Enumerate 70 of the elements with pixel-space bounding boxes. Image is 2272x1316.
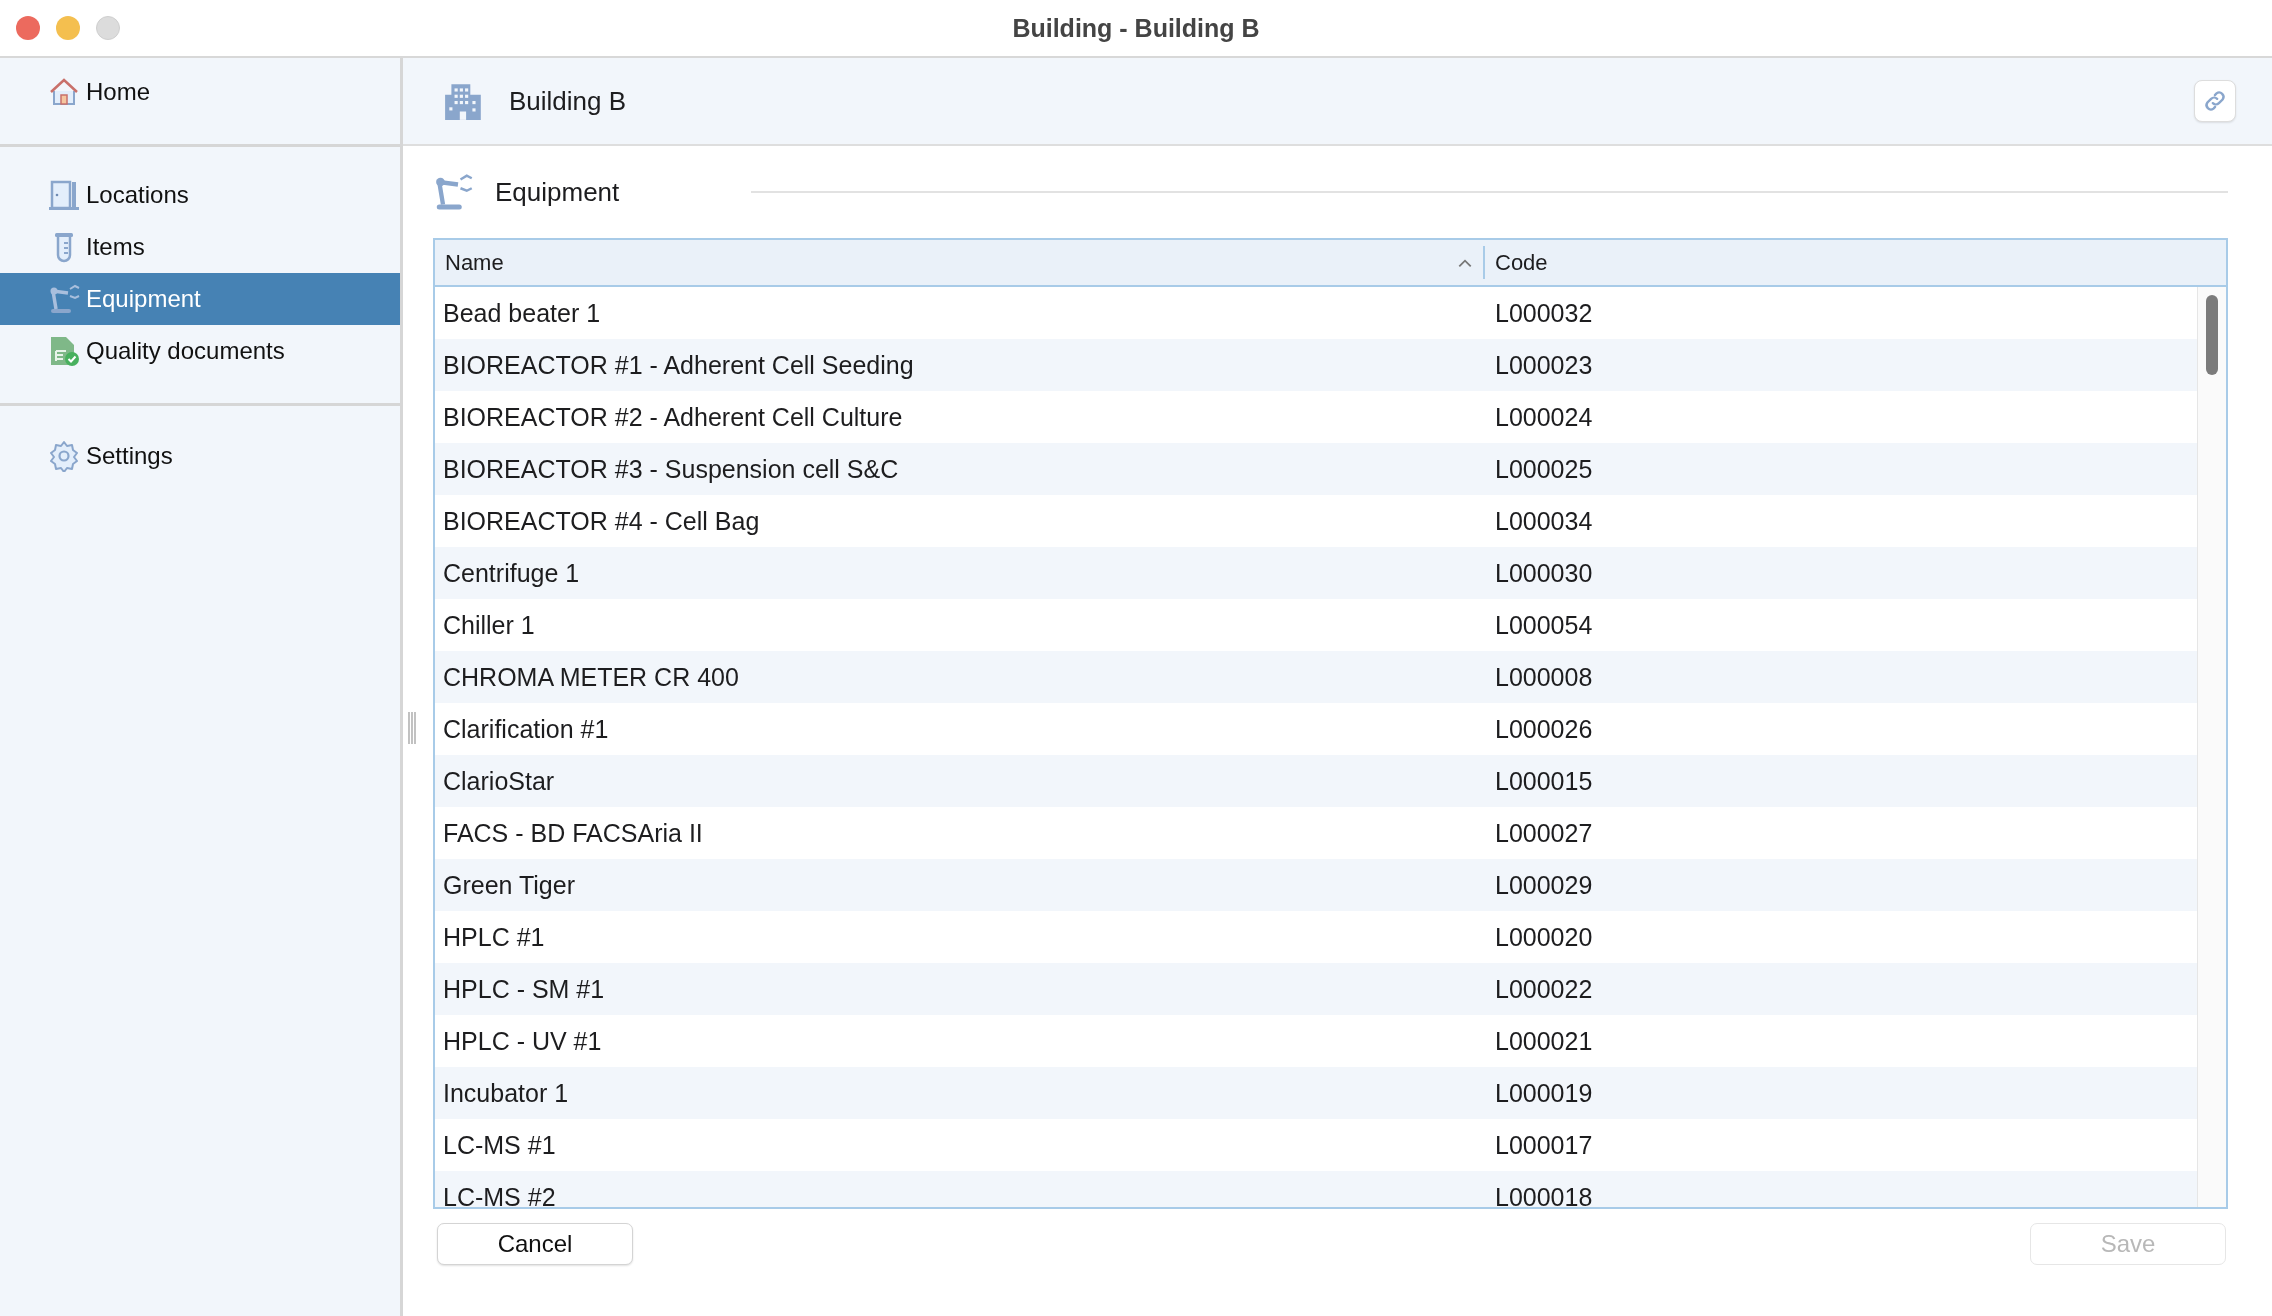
table-cell-text: L000032 xyxy=(1494,298,1594,328)
page-title: Building B xyxy=(509,85,628,117)
close-button[interactable] xyxy=(16,16,40,40)
column-header[interactable]: Code xyxy=(1485,240,2226,285)
settings-icon xyxy=(48,440,80,472)
robot-arm-icon xyxy=(48,283,80,315)
table-cell-text: Centrifuge 1 xyxy=(442,558,581,588)
table-row[interactable]: BIOREACTOR #1 - Adherent Cell Seeding L000023 xyxy=(435,339,2197,391)
house-icon xyxy=(48,76,80,108)
document-check-icon xyxy=(48,335,80,367)
table-cell-text: CHROMA METER CR 400 xyxy=(442,662,740,692)
sidebar-item[interactable]: Home xyxy=(0,66,400,118)
sidebar-item[interactable]: Quality documents xyxy=(0,325,400,377)
table-row[interactable]: Green Tiger L000029 xyxy=(435,859,2197,911)
table-cell-text: L000029 xyxy=(1494,870,1594,900)
table-cell-text: HPLC - SM #1 xyxy=(442,974,606,1004)
scrollbar-thumb[interactable] xyxy=(2206,295,2218,375)
table-cell-text: L000019 xyxy=(1494,1078,1594,1108)
table-cell-text: Clarification #1 xyxy=(442,714,610,744)
table-cell-text: L000008 xyxy=(1494,662,1594,692)
minimize-button[interactable] xyxy=(56,16,80,40)
table-cell-text: HPLC #1 xyxy=(442,922,546,952)
table-cell-text: LC-MS #2 xyxy=(442,1182,557,1207)
table-cell-text: L000015 xyxy=(1494,766,1594,796)
window-title: Building - Building B xyxy=(1012,13,1260,43)
robot-arm-icon xyxy=(433,172,473,212)
table-row[interactable]: ClarioStar L000015 xyxy=(435,755,2197,807)
table-row[interactable]: CHROMA METER CR 400 L000008 xyxy=(435,651,2197,703)
zoom-button[interactable] xyxy=(96,16,120,40)
table-cell-text: L000027 xyxy=(1494,818,1594,848)
section-title: Equipment xyxy=(495,176,620,208)
link-button[interactable] xyxy=(2194,80,2236,122)
table-cell-text: Bead beater 1 xyxy=(442,298,602,328)
table-cell-text: L000026 xyxy=(1494,714,1594,744)
table-cell-text: L000017 xyxy=(1494,1130,1594,1160)
table-cell-text: L000054 xyxy=(1494,610,1594,640)
splitter-grip-icon[interactable] xyxy=(407,712,417,744)
table-cell-text: BIOREACTOR #1 - Adherent Cell Seeding xyxy=(442,350,915,380)
table-cell-text: FACS - BD FACSAria II xyxy=(442,818,704,848)
table-cell-text: LC-MS #1 xyxy=(442,1130,557,1160)
table-cell-text: L000023 xyxy=(1494,350,1594,380)
table-cell-text: HPLC - UV #1 xyxy=(442,1026,603,1056)
sidebar-item[interactable]: Settings xyxy=(0,430,400,482)
sidebar-item[interactable]: Locations xyxy=(0,169,400,221)
table-cell-text: L000030 xyxy=(1494,558,1594,588)
table-cell-text: Incubator 1 xyxy=(442,1078,570,1108)
table-row[interactable]: HPLC - SM #1 L000022 xyxy=(435,963,2197,1015)
table-row[interactable]: LC-MS #2 L000018 xyxy=(435,1171,2197,1207)
table-row[interactable]: Centrifuge 1 L000030 xyxy=(435,547,2197,599)
cancel-button[interactable]: Cancel xyxy=(437,1223,633,1265)
table-row[interactable]: BIOREACTOR #3 - Suspension cell S&C L000025 xyxy=(435,443,2197,495)
table-cell-text: L000034 xyxy=(1494,506,1594,536)
table-cell-text: L000022 xyxy=(1494,974,1594,1004)
door-icon xyxy=(48,179,80,211)
table-cell-text: BIOREACTOR #4 - Cell Bag xyxy=(442,506,761,536)
table-cell-text: L000021 xyxy=(1494,1026,1594,1056)
table-cell-text: L000025 xyxy=(1494,454,1594,484)
table-cell-text: BIOREACTOR #2 - Adherent Cell Culture xyxy=(442,402,904,432)
table-cell-text: ClarioStar xyxy=(442,766,556,796)
sidebar-item[interactable]: Items xyxy=(0,221,400,273)
table-cell-text: Green Tiger xyxy=(442,870,576,900)
table-cell-text: L000020 xyxy=(1494,922,1594,952)
column-header[interactable]: Name xyxy=(435,246,1485,279)
sidebar-item[interactable]: Equipment xyxy=(0,273,400,325)
link-icon xyxy=(2202,88,2228,114)
table-cell-text: Chiller 1 xyxy=(442,610,536,640)
table-cell-text: BIOREACTOR #3 - Suspension cell S&C xyxy=(442,454,900,484)
table-cell-text: L000024 xyxy=(1494,402,1594,432)
table-row[interactable]: Incubator 1 L000019 xyxy=(435,1067,2197,1119)
table-cell-text: L000018 xyxy=(1494,1182,1594,1207)
